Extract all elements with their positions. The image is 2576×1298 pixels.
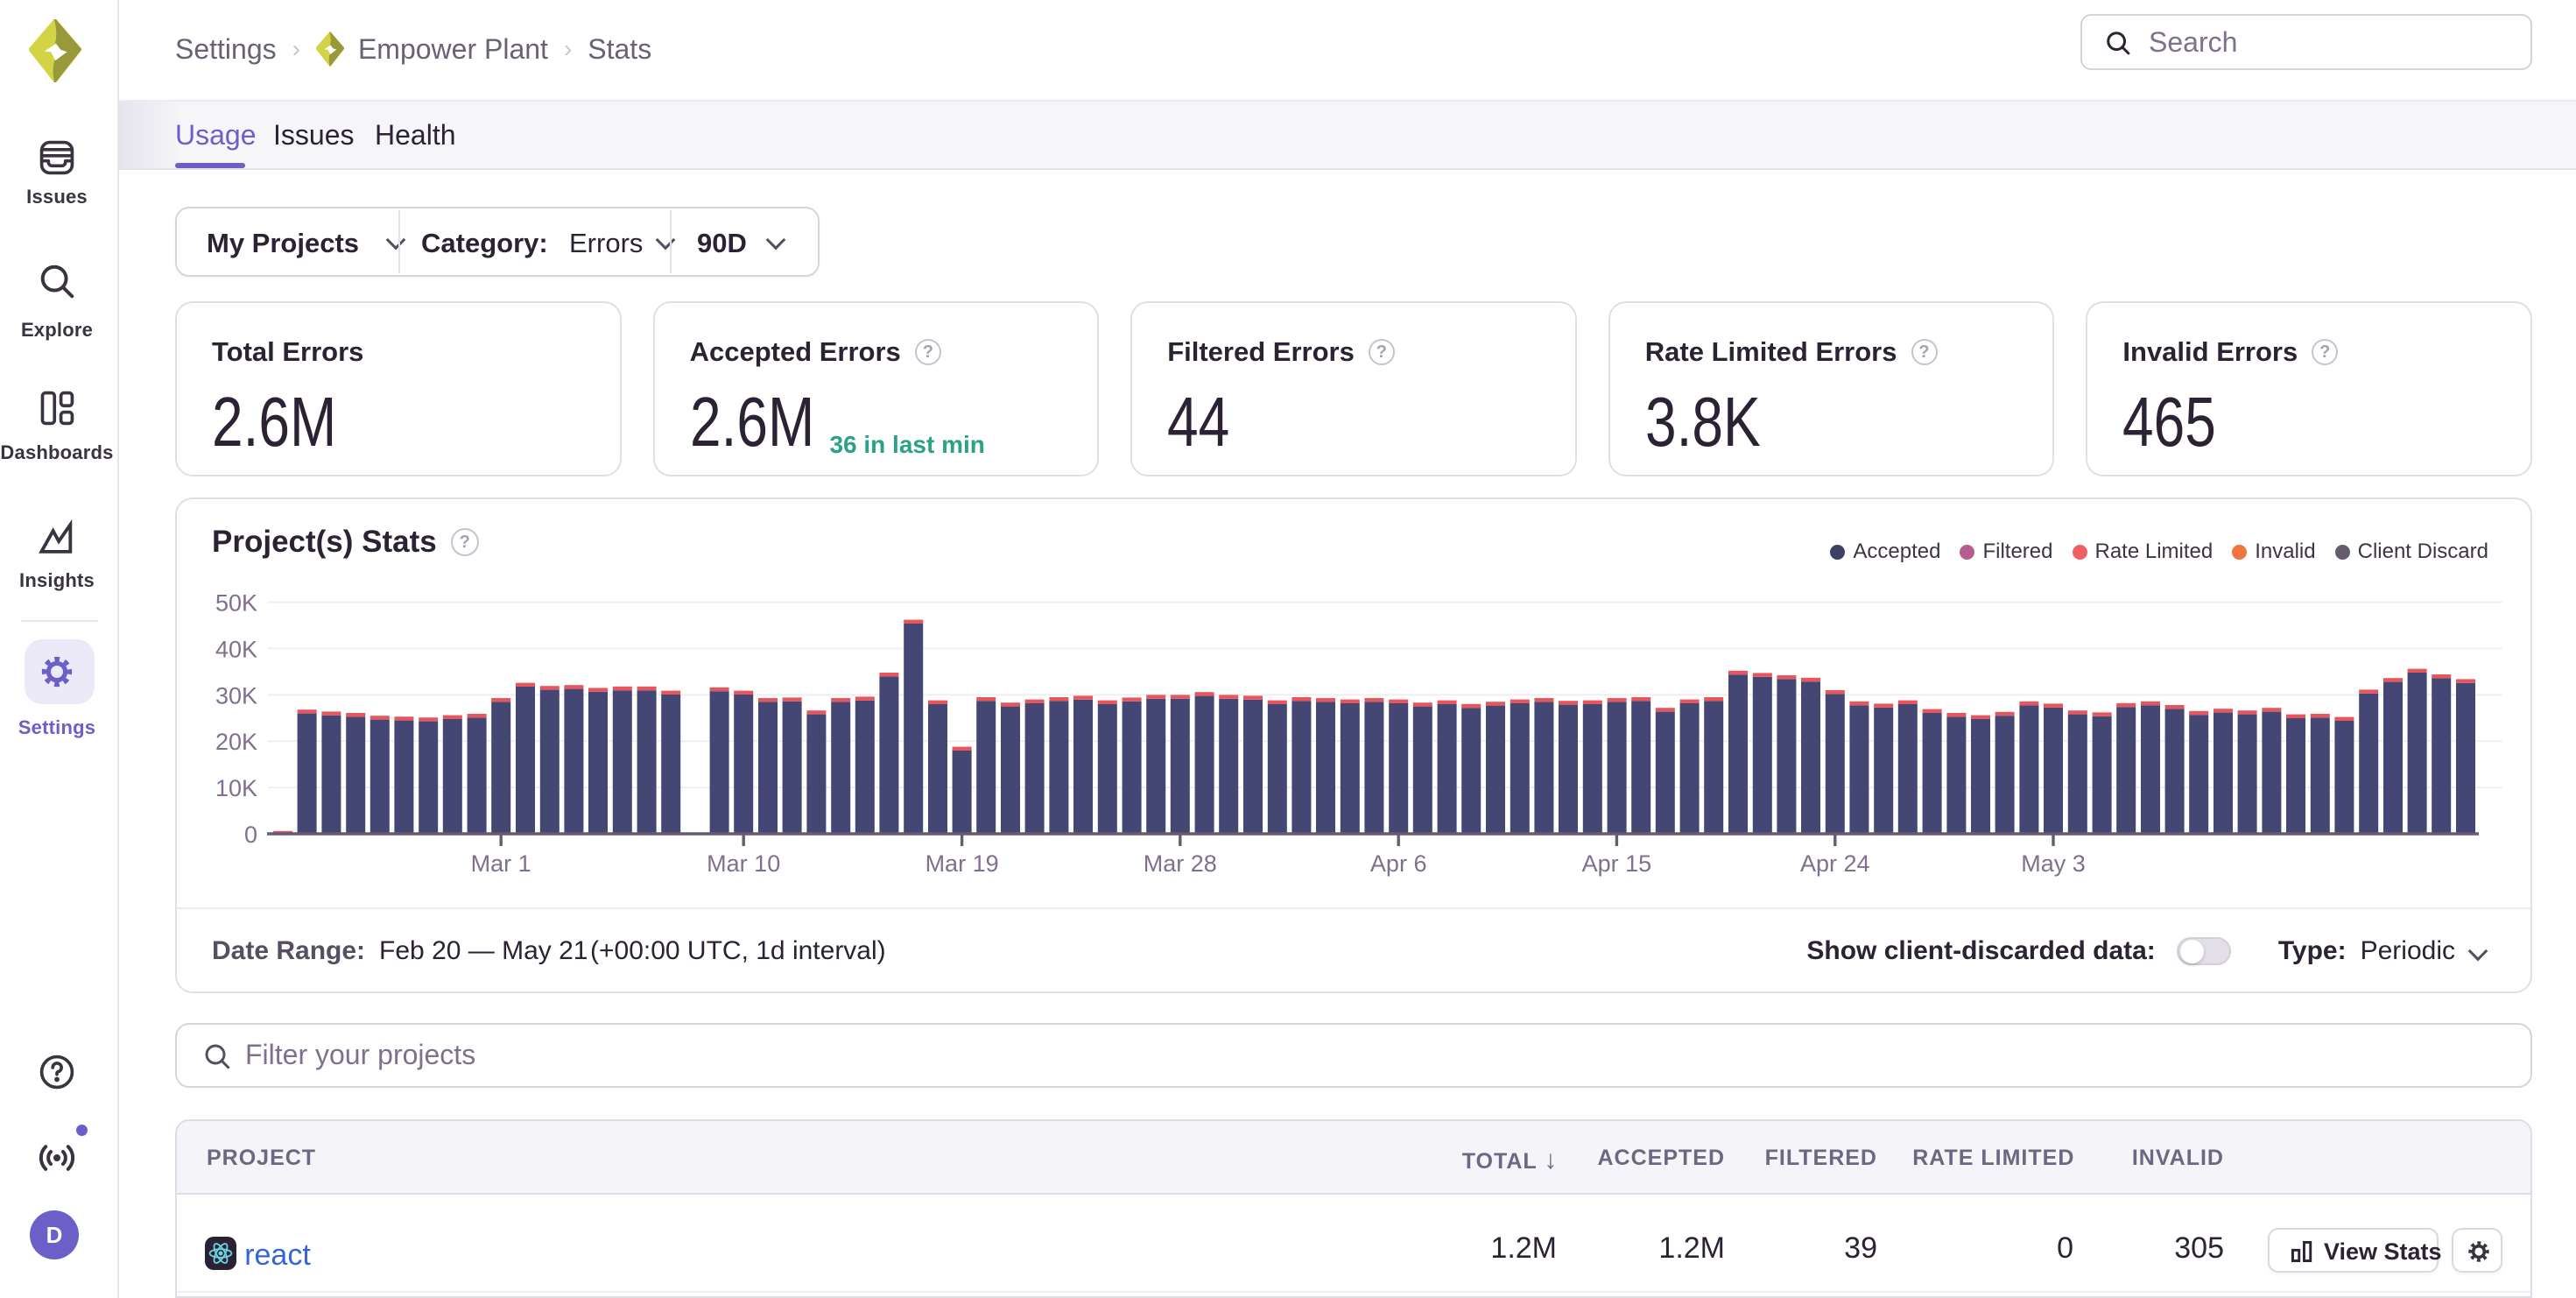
svg-text:May 3: May 3 [2021, 850, 2086, 877]
svg-text:40K: 40K [215, 636, 257, 662]
svg-text:Mar 10: Mar 10 [707, 850, 780, 877]
svg-text:Mar 19: Mar 19 [926, 850, 999, 877]
svg-text:0: 0 [244, 822, 257, 848]
svg-text:20K: 20K [215, 729, 257, 755]
svg-text:Apr 15: Apr 15 [1582, 850, 1652, 877]
svg-text:Mar 28: Mar 28 [1144, 850, 1217, 877]
svg-text:50K: 50K [215, 590, 257, 617]
svg-text:10K: 10K [215, 775, 257, 801]
svg-text:Apr 6: Apr 6 [1370, 850, 1427, 877]
svg-text:Apr 24: Apr 24 [1800, 850, 1870, 877]
svg-text:30K: 30K [215, 682, 257, 709]
svg-text:Mar 1: Mar 1 [471, 850, 531, 877]
